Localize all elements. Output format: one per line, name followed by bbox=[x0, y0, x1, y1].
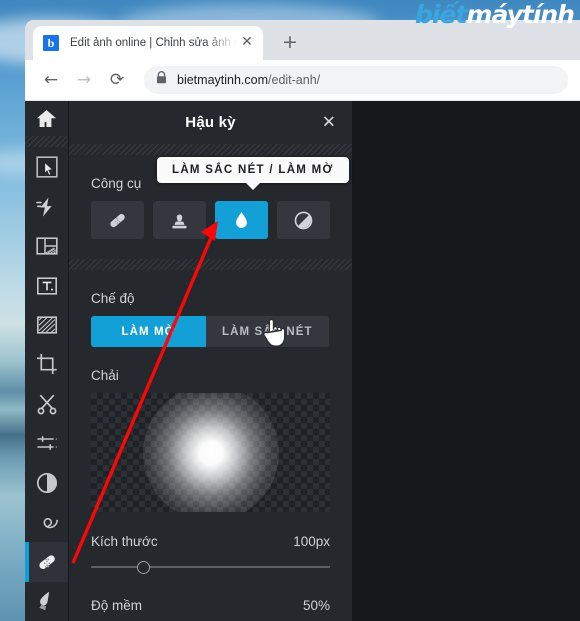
slider-size: Kích thước 100px bbox=[91, 534, 330, 576]
mode-blur-button[interactable]: LÀM MỜ bbox=[91, 316, 206, 347]
rail-divider bbox=[25, 136, 68, 148]
editor-left-rail bbox=[25, 101, 68, 621]
sidebar-item-paint[interactable] bbox=[25, 582, 68, 621]
panel-header: Hậu kỳ ✕ bbox=[69, 101, 352, 144]
watermark-part1: biết bbox=[415, 0, 467, 29]
panel-divider-top bbox=[69, 144, 352, 155]
url-host: bietmaytinh.com bbox=[177, 73, 269, 87]
slider-softness-label: Độ mềm bbox=[91, 598, 143, 613]
mode-toggle-group: LÀM MỜ LÀM SẮC NÉT bbox=[91, 316, 330, 347]
retouch-panel: Hậu kỳ ✕ Công cụ Chế độ LÀM MỜ LÀM SẮC N… bbox=[68, 101, 352, 621]
reload-icon[interactable]: ⟳ bbox=[103, 66, 131, 94]
text-tool-icon bbox=[36, 276, 57, 295]
bandage-icon bbox=[110, 213, 125, 227]
select-cursor-icon bbox=[35, 156, 58, 178]
panel-body: Công cụ Chế độ LÀM MỜ LÀM SẮC NÉT Chải K… bbox=[69, 155, 352, 621]
address-bar[interactable]: bietmaytinh.com/edit-anh/ bbox=[144, 66, 568, 94]
navigation-bar: ← → ⟳ bietmaytinh.com/edit-anh/ bbox=[25, 60, 580, 101]
sidebar-item-adjust[interactable] bbox=[25, 424, 68, 463]
crop-icon bbox=[36, 354, 57, 375]
lightning-bolt-icon bbox=[35, 197, 52, 217]
browser-window: b Edit ảnh online | Chỉnh sửa ảnh tr ✕ +… bbox=[25, 20, 580, 621]
sidebar-item-effects[interactable] bbox=[25, 187, 68, 226]
bandage-icon bbox=[38, 555, 55, 569]
spiral-icon bbox=[42, 518, 58, 529]
watermark-logo: biếtmáytính bbox=[415, 0, 575, 29]
tool-button-row bbox=[91, 201, 330, 239]
tool-clone-button[interactable] bbox=[153, 201, 206, 239]
browser-tab[interactable]: b Edit ảnh online | Chỉnh sửa ảnh tr ✕ bbox=[33, 26, 263, 60]
close-icon[interactable]: ✕ bbox=[239, 35, 255, 51]
forward-arrow-icon[interactable]: → bbox=[70, 66, 98, 94]
slider-size-track[interactable] bbox=[91, 558, 330, 576]
water-droplet-icon bbox=[236, 211, 247, 228]
paintbrush-icon bbox=[38, 592, 49, 611]
scissors-icon bbox=[37, 394, 56, 415]
web-page: Hậu kỳ ✕ Công cụ Chế độ LÀM MỜ LÀM SẮC N… bbox=[25, 101, 580, 621]
sidebar-item-text[interactable] bbox=[25, 266, 68, 305]
tab-title: Edit ảnh online | Chỉnh sửa ảnh tr bbox=[70, 37, 237, 49]
home-icon bbox=[37, 110, 56, 128]
slider-softness-header: Độ mềm 50% bbox=[91, 598, 330, 613]
new-tab-button[interactable]: + bbox=[279, 32, 301, 54]
brush-preview bbox=[91, 393, 330, 512]
tooltip: LÀM SẮC NÉT / LÀM MỜ bbox=[157, 157, 349, 190]
sidebar-item-cut[interactable] bbox=[25, 384, 68, 423]
sidebar-item-blur-spiral[interactable] bbox=[25, 503, 68, 542]
dodge-burn-icon bbox=[294, 211, 313, 229]
close-icon[interactable]: ✕ bbox=[322, 114, 336, 131]
page-title: Hậu kỳ bbox=[185, 114, 236, 131]
slider-size-thumb[interactable] bbox=[137, 561, 151, 574]
collage-grid-icon bbox=[35, 237, 58, 255]
url-text: bietmaytinh.com/edit-anh/ bbox=[177, 73, 320, 87]
slider-size-label: Kích thước bbox=[91, 534, 158, 549]
favicon: b bbox=[43, 35, 59, 51]
sidebar-item-collage[interactable] bbox=[25, 226, 68, 265]
mode-sharpen-button[interactable]: LÀM SẮC NÉT bbox=[206, 316, 329, 347]
stamp-icon bbox=[172, 213, 187, 228]
watermark-part2: máytính bbox=[466, 0, 575, 29]
tool-dodge-burn-button[interactable] bbox=[277, 201, 330, 239]
slider-softness-value: 50% bbox=[302, 598, 330, 613]
sidebar-item-contrast[interactable] bbox=[25, 463, 68, 502]
tool-heal-button[interactable] bbox=[91, 201, 144, 239]
lock-icon bbox=[156, 71, 167, 89]
slider-softness: Độ mềm 50% bbox=[91, 598, 330, 621]
sidebar-item-select[interactable] bbox=[25, 147, 68, 186]
brush-label: Chải bbox=[91, 368, 119, 383]
brush-glow bbox=[142, 393, 279, 512]
sliders-icon bbox=[36, 436, 57, 451]
url-path: /edit-anh/ bbox=[268, 73, 321, 87]
texture-pattern-icon bbox=[36, 316, 57, 334]
sidebar-item-retouch[interactable] bbox=[25, 542, 68, 582]
sidebar-item-texture[interactable] bbox=[25, 305, 68, 344]
panel-divider-mid bbox=[69, 259, 352, 270]
back-arrow-icon[interactable]: ← bbox=[37, 66, 65, 94]
mode-label: Chế độ bbox=[91, 291, 135, 306]
sidebar-item-home[interactable] bbox=[25, 101, 68, 136]
slider-size-header: Kích thước 100px bbox=[91, 534, 330, 549]
tool-blur-sharpen-button[interactable] bbox=[215, 201, 268, 239]
slider-size-value: 100px bbox=[293, 534, 330, 549]
contrast-icon bbox=[36, 472, 57, 493]
sidebar-item-crop[interactable] bbox=[25, 345, 68, 384]
